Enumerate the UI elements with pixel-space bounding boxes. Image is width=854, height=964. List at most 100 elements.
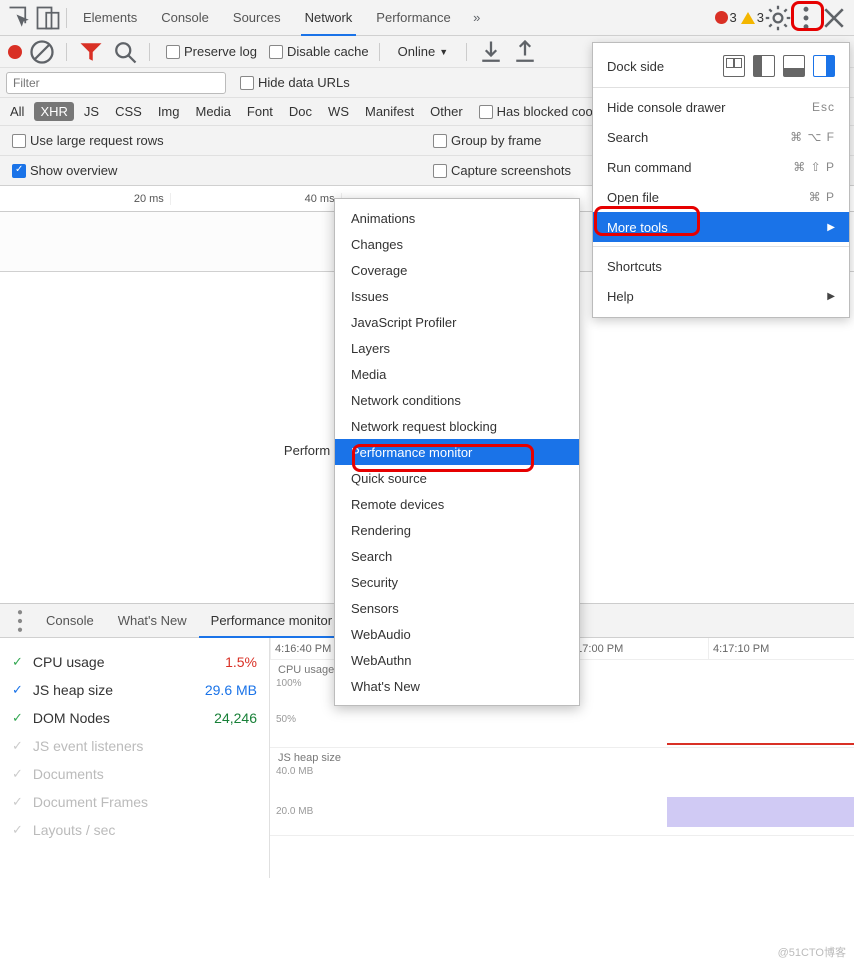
close-devtools-icon[interactable]	[820, 4, 848, 32]
warning-count[interactable]: 3	[741, 10, 764, 25]
metric-row[interactable]: ✓Documents	[12, 760, 257, 788]
filter-css[interactable]: CSS	[109, 102, 148, 121]
dock-bottom-icon[interactable]	[783, 55, 805, 77]
menu-item-label: Shortcuts	[607, 259, 835, 274]
export-har-icon[interactable]	[511, 38, 539, 66]
drawer-tab-perf-monitor[interactable]: Performance monitor×	[199, 604, 355, 638]
tab-console[interactable]: Console	[149, 0, 221, 36]
tab-network[interactable]: Network	[293, 0, 365, 36]
chevron-down-icon: ▼	[439, 47, 448, 57]
submenu-item[interactable]: Issues	[335, 283, 579, 309]
drawer-tab-label: Performance monitor	[211, 613, 332, 628]
filter-icon[interactable]	[77, 38, 105, 66]
filter-manifest[interactable]: Manifest	[359, 102, 420, 121]
dock-left-icon[interactable]	[753, 55, 775, 77]
filter-ws[interactable]: WS	[322, 102, 355, 121]
filter-other[interactable]: Other	[424, 102, 469, 121]
cpu-line	[667, 743, 854, 745]
settings-icon[interactable]	[764, 4, 792, 32]
submenu-item[interactable]: Changes	[335, 231, 579, 257]
time-tick: 4:17:00 PM	[562, 638, 708, 659]
y-tick: 20.0 MB	[276, 806, 313, 817]
submenu-item[interactable]: Network request blocking	[335, 413, 579, 439]
clear-icon[interactable]	[28, 38, 56, 66]
throttling-select[interactable]: Online▼	[390, 44, 457, 59]
hide-data-urls-checkbox[interactable]: Hide data URLs	[240, 75, 350, 90]
submenu-item[interactable]: Security	[335, 569, 579, 595]
capture-screenshots-checkbox[interactable]: Capture screenshots	[433, 163, 571, 178]
filter-img[interactable]: Img	[152, 102, 186, 121]
group-by-frame-checkbox[interactable]: Group by frame	[433, 133, 541, 148]
search-icon[interactable]	[111, 38, 139, 66]
menu-item[interactable]: More tools▶	[593, 212, 849, 242]
filter-font[interactable]: Font	[241, 102, 279, 121]
error-count[interactable]: 3	[715, 10, 737, 25]
warning-icon	[741, 12, 755, 24]
checkbox-icon	[12, 134, 26, 148]
devtools-tabs-bar: Elements Console Sources Network Perform…	[0, 0, 854, 36]
menu-item[interactable]: Open file⌘ P	[593, 182, 849, 212]
menu-item-label: More tools	[607, 220, 817, 235]
disable-cache-checkbox[interactable]: Disable cache	[269, 44, 369, 59]
preserve-log-checkbox[interactable]: Preserve log	[166, 44, 257, 59]
submenu-item[interactable]: Sensors	[335, 595, 579, 621]
show-overview-checkbox[interactable]: Show overview	[12, 163, 117, 178]
submenu-item[interactable]: JavaScript Profiler	[335, 309, 579, 335]
menu-item[interactable]: Help▶	[593, 281, 849, 311]
filter-js[interactable]: JS	[78, 102, 105, 121]
submenu-item[interactable]: Quick source	[335, 465, 579, 491]
tab-sources[interactable]: Sources	[221, 0, 293, 36]
metric-row[interactable]: ✓JS event listeners	[12, 732, 257, 760]
submenu-item[interactable]: Animations	[335, 205, 579, 231]
submenu-item[interactable]: Coverage	[335, 257, 579, 283]
main-menu-popup: Dock side Hide console drawerEscSearch⌘ …	[592, 42, 850, 318]
menu-item[interactable]: Run command⌘ ⇧ P	[593, 152, 849, 182]
submenu-item[interactable]: Rendering	[335, 517, 579, 543]
menu-item[interactable]: Search⌘ ⌥ F	[593, 122, 849, 152]
metric-row[interactable]: ✓JS heap size29.6 MB	[12, 676, 257, 704]
import-har-icon[interactable]	[477, 38, 505, 66]
drawer-tab-console[interactable]: Console	[34, 604, 106, 638]
dock-undock-icon[interactable]	[723, 55, 745, 77]
submenu-item[interactable]: Performance monitor	[335, 439, 579, 465]
tab-performance[interactable]: Performance	[364, 0, 462, 36]
submenu-item[interactable]: What's New	[335, 673, 579, 699]
record-button[interactable]	[8, 45, 22, 59]
filter-xhr[interactable]: XHR	[34, 102, 73, 121]
y-tick: 50%	[276, 714, 296, 725]
submenu-item[interactable]: WebAuthn	[335, 647, 579, 673]
tab-elements[interactable]: Elements	[71, 0, 149, 36]
metric-row[interactable]: ✓CPU usage1.5%	[12, 648, 257, 676]
chart-title: JS heap size	[270, 748, 854, 768]
menu-item-shortcut: ⌘ ⇧ P	[793, 160, 835, 174]
submenu-item[interactable]: Network conditions	[335, 387, 579, 413]
menu-item[interactable]: Hide console drawerEsc	[593, 92, 849, 122]
disable-cache-label: Disable cache	[287, 44, 369, 59]
dock-right-icon[interactable]	[813, 55, 835, 77]
submenu-item[interactable]: Media	[335, 361, 579, 387]
filter-all[interactable]: All	[4, 102, 30, 121]
metric-row[interactable]: ✓DOM Nodes24,246	[12, 704, 257, 732]
separator	[379, 43, 380, 61]
inspect-element-icon[interactable]	[6, 4, 34, 32]
submenu-item[interactable]: Remote devices	[335, 491, 579, 517]
check-icon: ✓	[12, 794, 23, 810]
filter-doc[interactable]: Doc	[283, 102, 318, 121]
filter-input[interactable]	[6, 72, 226, 94]
menu-item[interactable]: Shortcuts	[593, 251, 849, 281]
filter-media[interactable]: Media	[189, 102, 236, 121]
submenu-item[interactable]: Search	[335, 543, 579, 569]
submenu-item[interactable]: WebAudio	[335, 621, 579, 647]
checkbox-icon	[269, 45, 283, 59]
device-toolbar-icon[interactable]	[34, 4, 62, 32]
drawer-tab-whats-new[interactable]: What's New	[106, 604, 199, 638]
large-rows-checkbox[interactable]: Use large request rows	[12, 133, 164, 148]
separator	[466, 43, 467, 61]
metric-row[interactable]: ✓Layouts / sec	[12, 816, 257, 844]
kebab-menu-icon[interactable]	[792, 4, 820, 32]
more-tabs-icon[interactable]: »	[463, 4, 491, 32]
drawer-kebab-icon[interactable]	[6, 607, 34, 635]
show-overview-label: Show overview	[30, 163, 117, 178]
metric-row[interactable]: ✓Document Frames	[12, 788, 257, 816]
submenu-item[interactable]: Layers	[335, 335, 579, 361]
